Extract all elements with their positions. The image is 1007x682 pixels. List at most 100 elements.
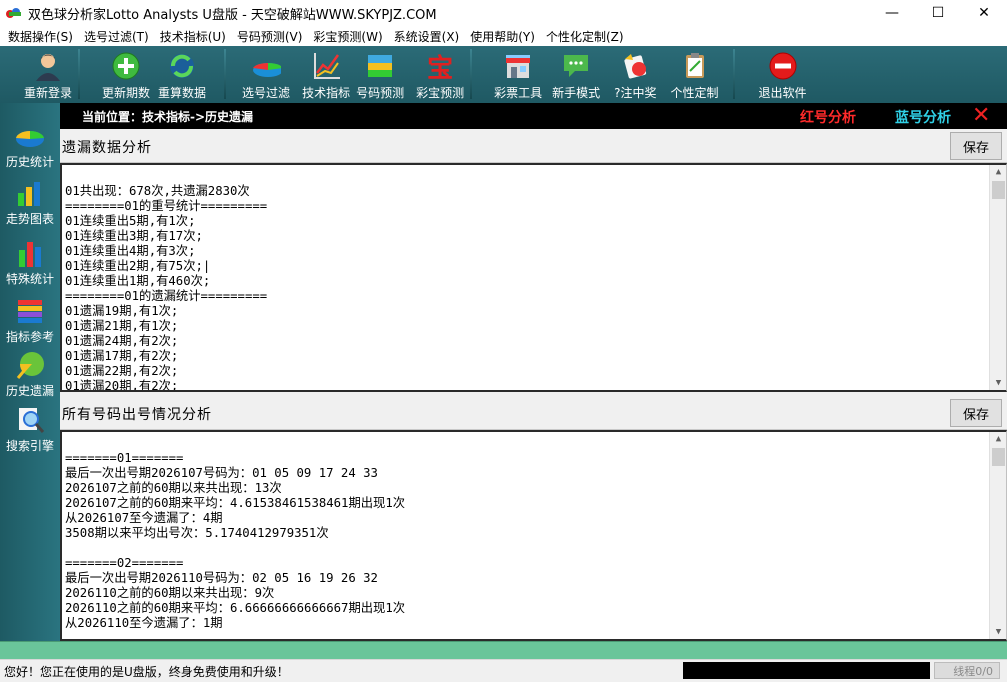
sidebar-item-indicator-reference[interactable]: 指标参考 [0,296,60,345]
menu-help[interactable]: 使用帮助(Y) [466,28,539,45]
lottery-tools-button[interactable]: 彩票工具 [494,46,542,103]
vertical-scrollbar[interactable]: ▲ ▼ [989,432,1006,639]
relogin-button[interactable]: 重新登录 [24,46,72,103]
window-title: 双色球分析家Lotto Analysts U盘版 - 天空破解站WWW.SKYP… [28,7,437,23]
thread-counter: 线程0/0 [934,662,1000,679]
status-message: 您好！您正在使用的是U盘版，终身免费使用和升级！ [4,665,289,679]
tech-indicators-button[interactable]: 技术指标 [302,46,350,103]
minimize-button[interactable]: — [869,0,915,26]
save-button[interactable]: 保存 [950,132,1002,160]
exit-button[interactable]: 退出软件 [759,46,807,103]
menu-filter[interactable]: 选号过滤(T) [80,28,153,45]
lottery-tools-label: 彩票工具 [494,86,543,100]
toolbar-separator [224,49,227,99]
chart-line-icon [311,51,341,81]
text-line: 2026107之前的60期来平均：4.61538461538461期出现1次 [65,496,406,510]
sidebar-item-special-stats[interactable]: 特殊统计 [0,238,60,287]
left-sidebar: 历史统计 走势图表 特殊统计 指标参考 历史遗漏 搜索引擎 [0,103,60,641]
sidebar-label: 特殊统计 [5,272,54,286]
filter-label: 选号过滤 [242,86,291,100]
menu-tech-indicators[interactable]: 技术指标(U) [156,28,230,45]
update-periods-label: 更新期数 [102,86,151,100]
scroll-down-icon[interactable]: ▼ [990,625,1006,639]
plus-icon [111,51,141,81]
text-line: 01连续重出2期,有75次;| [65,259,211,273]
prize-check-button[interactable]: ?注中奖 [614,46,657,103]
sidebar-item-history-missing[interactable]: 历史遗漏 [0,350,60,399]
sidebar-label: 走势图表 [5,212,54,226]
menu-bar: 数据操作(S) 选号过滤(T) 技术指标(U) 号码预测(V) 彩宝预测(W) … [0,26,1007,46]
scroll-down-icon[interactable]: ▼ [990,376,1006,390]
recalc-label: 重算数据 [158,86,207,100]
text-line [65,436,1006,451]
text-line: 01连续重出3期,有17次; [65,229,203,243]
text-line: 2026110之前的60期以来共出现：9次 [65,586,275,600]
text-line: =======02======= [65,556,184,570]
scroll-thumb[interactable] [992,448,1005,466]
treasure-icon: 宝 [427,53,454,84]
status-bar: 您好！您正在使用的是U盘版，终身免费使用和升级！ 线程0/0 [0,659,1007,682]
maximize-button[interactable]: ☐ [915,0,961,26]
menu-number-prediction[interactable]: 号码预测(V) [233,28,307,45]
red-number-analysis-tab[interactable]: 红号分析 [800,107,856,127]
caibao-prediction-button[interactable]: 宝 彩宝预测 [416,46,464,103]
text-line: 3508期以来平均出号次：5.1740412979351次 [65,526,329,540]
text-line: 01遗漏21期,有1次; [65,319,179,333]
book-icon [14,296,46,326]
text-line: 从2026110至今遗漏了：1期 [65,616,223,630]
text-line: 最后一次出号期2026110号码为：02 05 16 19 26 32 [65,571,378,585]
missing-data-panel-header: 遗漏数据分析 保存 [60,129,1007,163]
toolbar-separator [470,49,473,99]
refresh-icon [167,51,197,81]
text-line: 2026110之前的60期来平均：6.66666666666667期出现1次 [65,601,406,615]
user-icon [33,51,63,81]
text-line: 01连续重出5期,有1次; [65,214,196,228]
close-panel-icon[interactable]: ✕ [972,103,990,129]
sidebar-item-search-engine[interactable]: 搜索引擎 [0,405,60,454]
number-prediction-button[interactable]: 号码预测 [356,46,404,103]
sidebar-label: 历史统计 [5,155,54,169]
breadcrumb: 当前位置：技术指标->历史遗漏 [82,109,254,124]
toolbar: 重新登录 更新期数 重算数据 选号过滤 技术指标 号码预测 宝 彩宝预测 彩票工… [0,46,1007,103]
pie-chart-icon [14,121,46,151]
recalc-button[interactable]: 重算数据 [158,46,206,103]
newbie-mode-button[interactable]: 新手模式 [552,46,600,103]
newbie-mode-label: 新手模式 [552,86,601,100]
exit-icon [768,51,798,81]
sidebar-label: 历史遗漏 [5,384,54,398]
text-line: 01遗漏24期,有2次; [65,334,179,348]
location-bar: 当前位置：技术指标->历史遗漏 红号分析 蓝号分析 ✕ [60,103,1007,129]
scroll-up-icon[interactable]: ▲ [990,165,1006,179]
menu-customize[interactable]: 个性化定制(Z) [542,28,628,45]
sidebar-label: 指标参考 [5,330,54,344]
prize-icon [620,51,650,81]
menu-caibao-prediction[interactable]: 彩宝预测(W) [309,28,386,45]
sidebar-item-history-stats[interactable]: 历史统计 [0,121,60,170]
scroll-thumb[interactable] [992,181,1005,199]
relogin-label: 重新登录 [24,86,73,100]
text-line: 01遗漏22期,有2次; [65,364,179,378]
missing-data-textarea[interactable]: 01共出现：678次,共遗漏2830次 ========01的重号统计=====… [60,163,1007,392]
update-periods-button[interactable]: 更新期数 [102,46,150,103]
blue-number-analysis-tab[interactable]: 蓝号分析 [895,107,951,127]
exit-label: 退出软件 [758,86,807,100]
text-line: ========01的重号统计========= [65,199,268,213]
text-line: 01连续重出1期,有460次; [65,274,211,288]
panel-title: 所有号码出号情况分析 [62,407,212,423]
close-window-button[interactable]: ✕ [961,0,1007,26]
filter-button[interactable]: 选号过滤 [242,46,290,103]
text-line: ========01的遗漏统计========= [65,289,268,303]
menu-settings[interactable]: 系统设置(X) [390,28,464,45]
shop-icon [503,51,533,81]
vertical-scrollbar[interactable]: ▲ ▼ [989,165,1006,390]
sidebar-label: 搜索引擎 [5,439,54,453]
green-divider-bar [0,641,1007,659]
sidebar-item-trend-charts[interactable]: 走势图表 [0,178,60,227]
scroll-up-icon[interactable]: ▲ [990,432,1006,446]
tech-indicators-label: 技术指标 [302,86,351,100]
save-button[interactable]: 保存 [950,399,1002,427]
number-analysis-textarea[interactable]: =======01======= 最后一次出号期2026107号码为：01 05… [60,430,1007,641]
customize-button[interactable]: 个性定制 [671,46,719,103]
menu-data-ops[interactable]: 数据操作(S) [4,28,77,45]
text-line: 01遗漏19期,有1次; [65,304,179,318]
